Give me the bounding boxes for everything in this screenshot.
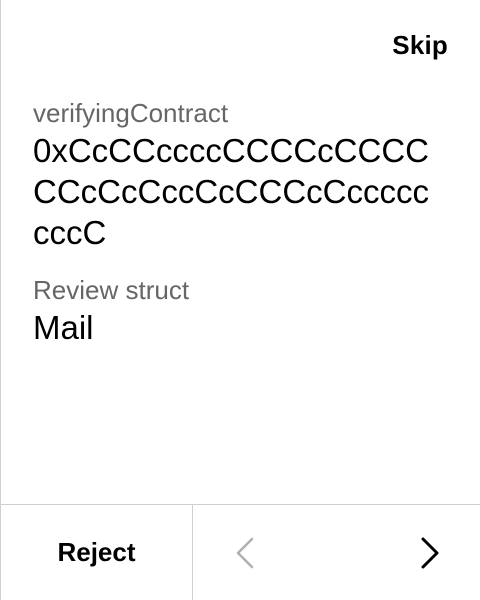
field-value: Mail — [33, 309, 94, 346]
field-value: 0xCcCCccccCCCCcCCCCCCcCcCccCcCCCcCcccccc… — [33, 132, 429, 251]
footer-bar: Reject — [1, 504, 480, 600]
field-label: Review struct — [33, 275, 190, 305]
review-content: verifyingContract 0xCcCCccccCCCCcCCCCCCc… — [33, 96, 456, 348]
page-navigation — [193, 505, 480, 600]
field-review-struct: Review struct Mail — [33, 273, 456, 348]
skip-button[interactable]: Skip — [392, 30, 448, 61]
reject-button[interactable]: Reject — [1, 505, 193, 600]
chevron-left-icon — [236, 537, 254, 568]
next-button[interactable] — [390, 505, 470, 600]
previous-button[interactable] — [205, 505, 285, 600]
chevron-right-icon — [421, 537, 439, 568]
field-label: verifyingContract — [33, 98, 229, 128]
field-verifying-contract: verifyingContract 0xCcCCccccCCCCcCCCCCCc… — [33, 96, 456, 253]
review-screen: Skip verifyingContract 0xCcCCccccCCCCcCC… — [0, 0, 480, 600]
